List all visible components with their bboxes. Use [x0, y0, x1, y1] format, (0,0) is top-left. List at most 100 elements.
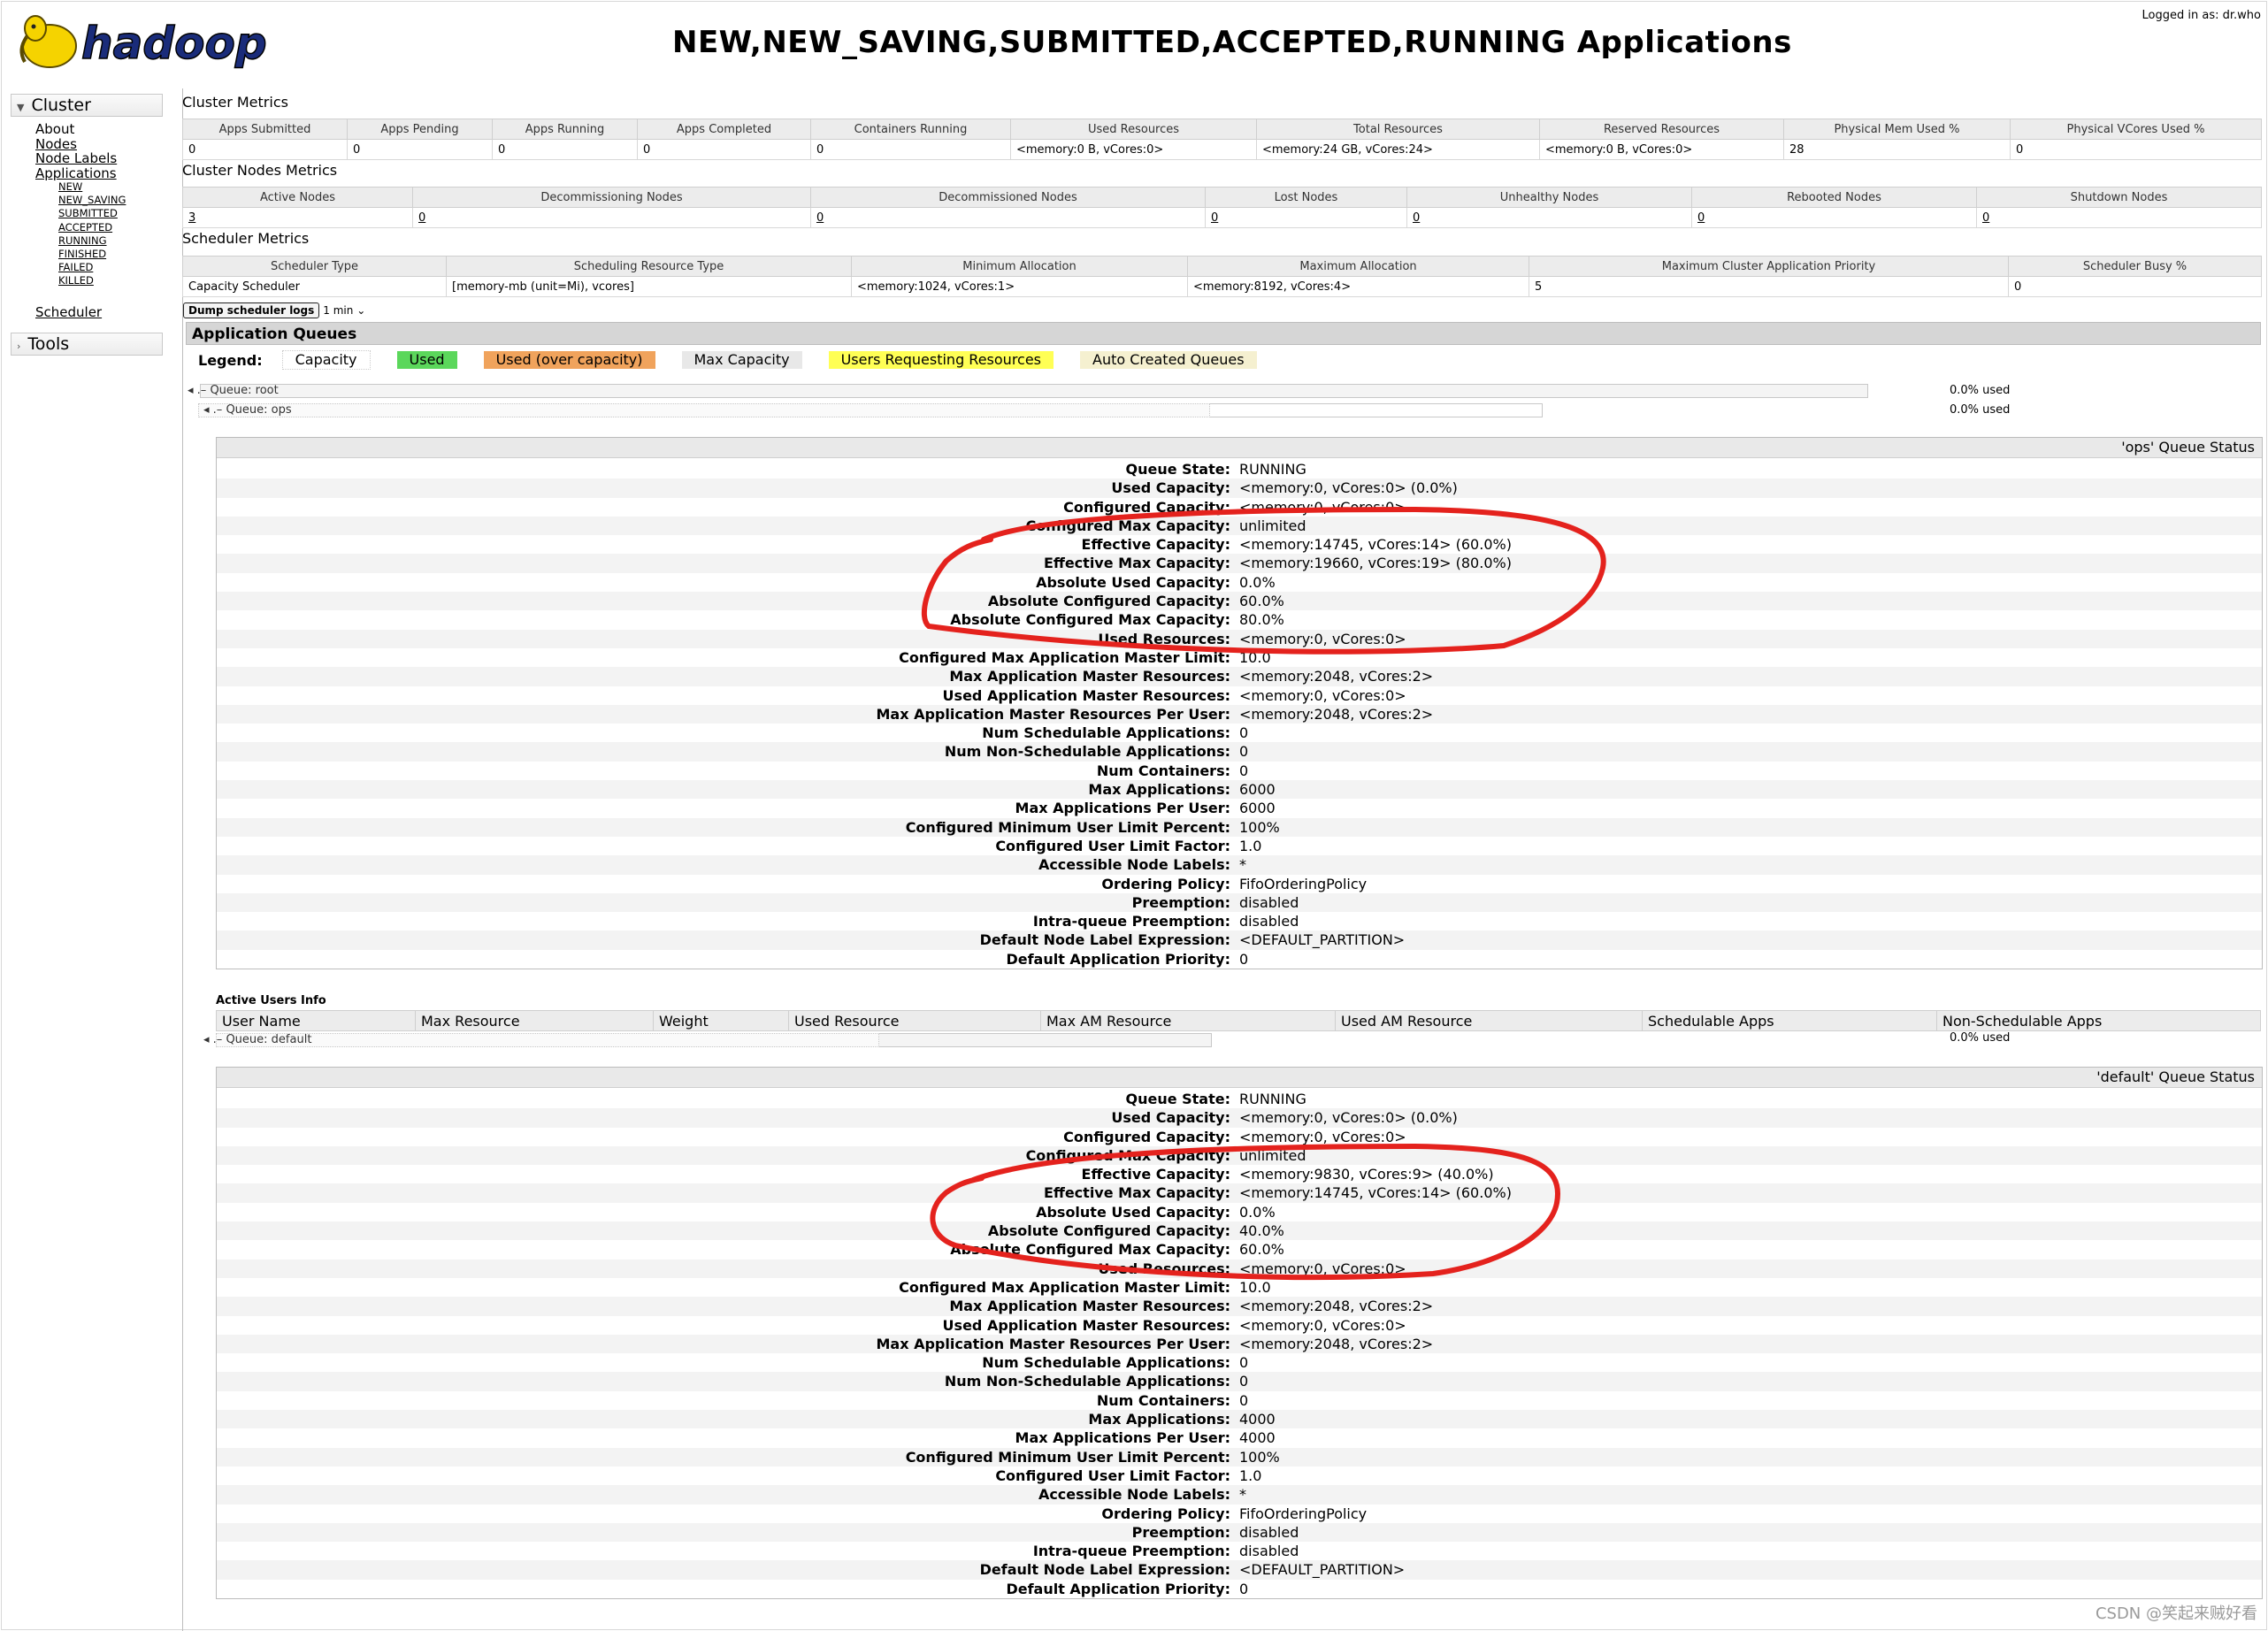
status-key: Default Application Priority:	[1006, 1580, 1230, 1597]
value-apps-running: 0	[492, 139, 638, 160]
default-status-row: Configured Max Capacity: unlimited	[217, 1145, 2262, 1166]
expand-triangle-icon: ◂	[203, 1033, 210, 1046]
sidebar-link-new[interactable]: NEW	[58, 180, 163, 194]
sidebar-link-scheduler[interactable]: Scheduler	[35, 304, 163, 320]
sidebar-link-nodes[interactable]: Nodes	[35, 136, 163, 152]
default-status-row: Effective Capacity: <memory:9830, vCores:…	[217, 1165, 2262, 1183]
header-scheduling-resource-type[interactable]: Scheduling Resource Type	[446, 256, 852, 277]
status-key: Preemption:	[1131, 1523, 1230, 1541]
status-key: Num Schedulable Applications:	[982, 1354, 1230, 1372]
header-active-nodes[interactable]: Active Nodes	[182, 187, 413, 208]
expand-arrow-icon: ›	[17, 340, 21, 352]
link-decommissioned-nodes[interactable]: 0	[816, 211, 824, 225]
header-shutdown-nodes[interactable]: Shutdown Nodes	[1976, 187, 2262, 208]
status-value: disabled	[1239, 913, 1299, 930]
queue-root-bar[interactable]	[200, 384, 1868, 398]
status-key: Preemption:	[1131, 893, 1230, 911]
ops-status-rows: Queue State: RUNNING Used Capacity: <memory…	[217, 458, 2262, 969]
col-used-am-resource[interactable]: Used AM Resource	[1336, 1011, 1643, 1030]
status-key: Effective Capacity:	[1081, 1166, 1230, 1183]
default-status-row: Configured Capacity: <memory:0, vCores:0>	[217, 1128, 2262, 1146]
default-status-row: Default Application Priority: 0	[217, 1580, 2262, 1598]
link-active-nodes[interactable]: 3	[188, 211, 195, 225]
collapse-arrow-icon: ▼	[17, 102, 25, 113]
link-shutdown-nodes[interactable]: 0	[1982, 211, 1989, 225]
legend-used-over-capacity: Used (over capacity)	[483, 351, 655, 369]
sidebar-link-submitted[interactable]: SUBMITTED	[58, 207, 163, 220]
hadoop-logo[interactable]: hadoop	[12, 7, 278, 74]
status-key: Num Containers:	[1096, 762, 1230, 779]
sidebar-link-applications[interactable]: Applications	[35, 165, 163, 181]
sidebar-link-finished[interactable]: FINISHED	[58, 248, 163, 261]
header-unhealthy-nodes[interactable]: Unhealthy Nodes	[1406, 187, 1692, 208]
status-value: <memory:0, vCores:0>	[1239, 686, 1406, 704]
cluster-metrics-table: Apps Submitted Apps Pending Apps Running…	[182, 119, 2262, 160]
header-rebooted-nodes[interactable]: Rebooted Nodes	[1691, 187, 1977, 208]
header-used-resources[interactable]: Used Resources	[1010, 119, 1257, 140]
header-apps-submitted[interactable]: Apps Submitted	[182, 119, 348, 140]
default-status-row: Num Schedulable Applications: 0	[217, 1353, 2262, 1372]
dump-scheduler-logs-button[interactable]: Dump scheduler logs	[183, 302, 320, 318]
header-apps-running[interactable]: Apps Running	[492, 119, 638, 140]
sidebar-link-failed[interactable]: FAILED	[58, 261, 163, 274]
default-status-row: Default Node Label Expression: <DEFAULT_P…	[217, 1560, 2262, 1580]
status-key: Configured Minimum User Limit Percent:	[905, 1448, 1230, 1466]
link-unhealthy-nodes[interactable]: 0	[1413, 211, 1420, 225]
link-decommissioning-nodes[interactable]: 0	[418, 211, 425, 225]
header-apps-completed[interactable]: Apps Completed	[637, 119, 811, 140]
queue-default-node[interactable]: ◂ .– Queue: default	[203, 1033, 311, 1046]
col-max-am-resource[interactable]: Max AM Resource	[1041, 1011, 1336, 1030]
ops-status-row: Configured Max Capacity: unlimited	[217, 516, 2262, 536]
header-scheduler-type[interactable]: Scheduler Type	[182, 256, 447, 277]
header-total-resources[interactable]: Total Resources	[1256, 119, 1540, 140]
status-key: Used Capacity:	[1111, 479, 1230, 497]
col-max-resource[interactable]: Max Resource	[416, 1011, 654, 1030]
ops-status-row: Num Non-Schedulable Applications: 0	[217, 742, 2262, 762]
value-apps-pending: 0	[347, 139, 493, 160]
col-user-name[interactable]: User Name	[217, 1011, 416, 1030]
header-lost-nodes[interactable]: Lost Nodes	[1205, 187, 1407, 208]
status-key: Absolute Configured Capacity:	[987, 593, 1230, 610]
sidebar-link-accepted[interactable]: ACCEPTED	[58, 221, 163, 234]
col-weight[interactable]: Weight	[654, 1011, 789, 1030]
default-status-row: Configured User Limit Factor: 1.0	[217, 1466, 2262, 1485]
header-containers-running[interactable]: Containers Running	[810, 119, 1011, 140]
header-maximum-allocation[interactable]: Maximum Allocation	[1187, 256, 1529, 277]
header-apps-pending[interactable]: Apps Pending	[347, 119, 493, 140]
header-reserved-resources[interactable]: Reserved Resources	[1539, 119, 1784, 140]
header-physical-vcores[interactable]: Physical VCores Used %	[2010, 119, 2262, 140]
header-decommissioning-nodes[interactable]: Decommissioning Nodes	[412, 187, 811, 208]
header-scheduler-busy[interactable]: Scheduler Busy %	[2008, 256, 2262, 277]
default-status-row: Max Applications Per User: 4000	[217, 1428, 2262, 1447]
queue-root-node[interactable]: ◂ .– Queue: root	[188, 384, 279, 397]
status-key: Num Schedulable Applications:	[982, 724, 1230, 742]
col-non-schedulable-apps[interactable]: Non-Schedulable Apps	[1937, 1011, 2260, 1030]
status-value: disabled	[1239, 893, 1299, 911]
queue-ops-node[interactable]: ◂ .– Queue: ops	[203, 403, 292, 417]
application-queues-heading: Application Queues	[186, 322, 2261, 345]
ops-status-row: Used Resources: <memory:0, vCores:0>	[217, 629, 2262, 648]
ops-status-row: Num Schedulable Applications: 0	[217, 724, 2262, 742]
sidebar-link-new-saving[interactable]: NEW_SAVING	[58, 194, 163, 207]
sidebar-link-about[interactable]: About	[35, 122, 163, 137]
sidebar-cluster-header[interactable]: ▼ Cluster	[11, 94, 163, 117]
default-status-row: Intra-queue Preemption: disabled	[217, 1542, 2262, 1560]
status-value: <memory:0, vCores:0>	[1239, 1316, 1406, 1334]
status-value: 0	[1239, 1373, 1249, 1390]
link-lost-nodes[interactable]: 0	[1211, 211, 1218, 225]
status-key: Max Applications Per User:	[1015, 800, 1230, 817]
sidebar-link-running[interactable]: RUNNING	[58, 234, 163, 248]
status-value: 0	[1239, 743, 1249, 761]
col-used-resource[interactable]: Used Resource	[789, 1011, 1041, 1030]
dump-interval-select[interactable]: 1 min ⌄	[323, 304, 365, 317]
sidebar-link-killed[interactable]: KILLED	[58, 274, 163, 287]
sidebar-link-node-labels[interactable]: Node Labels	[35, 151, 163, 166]
link-rebooted-nodes[interactable]: 0	[1697, 211, 1705, 225]
col-schedulable-apps[interactable]: Schedulable Apps	[1643, 1011, 1937, 1030]
header-minimum-allocation[interactable]: Minimum Allocation	[851, 256, 1188, 277]
ops-status-row: Default Application Priority: 0	[217, 950, 2262, 969]
sidebar-tools-header[interactable]: › Tools	[11, 332, 163, 356]
header-max-app-priority[interactable]: Maximum Cluster Application Priority	[1529, 256, 2009, 277]
header-physical-mem[interactable]: Physical Mem Used %	[1783, 119, 2011, 140]
header-decommissioned-nodes[interactable]: Decommissioned Nodes	[810, 187, 1206, 208]
